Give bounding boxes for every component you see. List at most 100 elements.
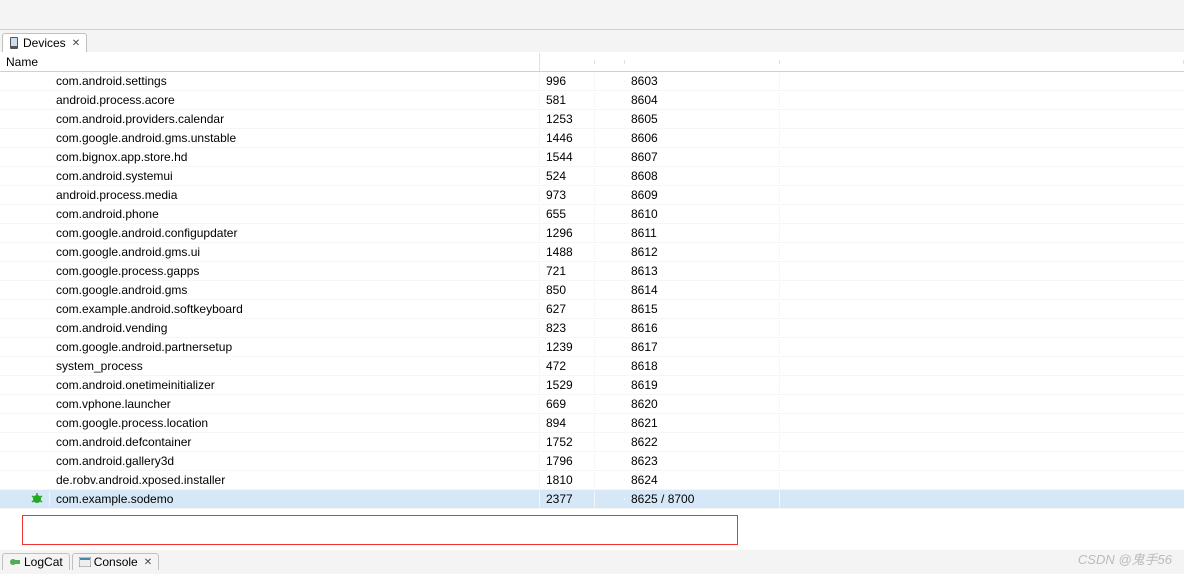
table-row[interactable]: com.google.android.gms.ui14888612 [0,243,1184,262]
process-name: com.example.android.softkeyboard [50,301,540,317]
process-name: com.google.process.gapps [50,263,540,279]
phone-icon [9,37,19,49]
process-pid: 721 [540,263,595,279]
table-row[interactable]: com.android.onetimeinitializer15298619 [0,376,1184,395]
blank-cell [595,175,625,177]
process-port: 8618 [625,358,780,374]
process-name: com.android.systemui [50,168,540,184]
process-port: 8620 [625,396,780,412]
process-pid: 524 [540,168,595,184]
process-name: com.google.android.gms.unstable [50,130,540,146]
row-icon-cell [0,384,50,386]
table-row[interactable]: com.bignox.app.store.hd15448607 [0,148,1184,167]
logcat-tab-label: LogCat [24,555,63,569]
table-row[interactable]: android.process.media9738609 [0,186,1184,205]
process-port: 8617 [625,339,780,355]
blank-cell [595,422,625,424]
table-row[interactable]: com.android.vending8238616 [0,319,1184,338]
blank-cell [595,99,625,101]
process-pid: 1239 [540,339,595,355]
close-icon[interactable]: ✕ [72,38,80,49]
table-row[interactable]: com.google.android.gms8508614 [0,281,1184,300]
column-header-extra[interactable] [780,60,1184,64]
process-name: android.process.media [50,187,540,203]
blank-cell [595,289,625,291]
table-row[interactable]: com.google.android.partnersetup1239 8617 [0,338,1184,357]
blank-cell [595,460,625,462]
process-name: com.google.android.gms.ui [50,244,540,260]
logcat-tab[interactable]: LogCat [2,553,70,570]
table-row[interactable]: com.google.android.gms.unstable14468606 [0,129,1184,148]
process-name: com.android.phone [50,206,540,222]
process-port: 8604 [625,92,780,108]
row-icon-cell [0,441,50,443]
row-icon-cell [0,213,50,215]
blank-cell [595,251,625,253]
devices-tab-label: Devices [23,36,66,50]
table-row[interactable]: com.android.defcontainer17528622 [0,433,1184,452]
table-row[interactable]: com.google.process.gapps721 8613 [0,262,1184,281]
bug-icon [31,493,43,505]
table-row[interactable]: com.android.providers.calendar12538605 [0,110,1184,129]
table-row[interactable]: com.android.gallery3d17968623 [0,452,1184,471]
process-pid: 669 [540,396,595,412]
column-header-name[interactable]: Name [0,53,540,71]
process-pid: 973 [540,187,595,203]
process-port: 8610 [625,206,780,222]
column-header-blank[interactable] [595,60,625,64]
row-icon-cell [0,492,50,506]
blank-cell [595,80,625,82]
table-row[interactable]: de.robv.android.xposed.installer18108624 [0,471,1184,490]
blank-cell [595,270,625,272]
console-icon [79,557,91,567]
process-pid: 850 [540,282,595,298]
blank-cell [595,346,625,348]
process-name: android.process.acore [50,92,540,108]
process-pid: 581 [540,92,595,108]
devices-tab[interactable]: Devices ✕ [2,33,87,52]
table-row[interactable]: system_process4728618 [0,357,1184,376]
table-row[interactable]: com.android.settings9968603 [0,72,1184,91]
table-row[interactable]: com.android.systemui5248608 [0,167,1184,186]
table-row[interactable]: com.google.process.location8948621 [0,414,1184,433]
process-pid: 1752 [540,434,595,450]
table-row[interactable]: com.google.android.configupdater12968611 [0,224,1184,243]
blank-cell [595,156,625,158]
table-row[interactable]: com.example.android.softkeyboard6278615 [0,300,1184,319]
process-port: 8611 [625,225,780,241]
table-row[interactable]: com.vphone.launcher6698620 [0,395,1184,414]
process-pid: 1529 [540,377,595,393]
console-tab-label: Console [94,555,138,569]
column-header-pid[interactable] [540,60,595,64]
blank-cell [595,232,625,234]
process-port: 8615 [625,301,780,317]
process-port: 8616 [625,320,780,336]
console-tab[interactable]: Console ✕ [72,553,159,570]
close-icon[interactable]: ✕ [144,557,152,568]
watermark: CSDN @鬼手56 [1078,549,1172,568]
blank-cell [595,384,625,386]
column-header-port[interactable] [625,60,780,64]
row-icon-cell [0,422,50,424]
process-name: com.google.android.partnersetup [50,339,540,355]
process-name: com.bignox.app.store.hd [50,149,540,165]
table-row[interactable]: com.example.sodemo23778625 / 8700 [0,490,1184,509]
process-port: 8603 [625,73,780,89]
row-icon-cell [0,289,50,291]
process-pid: 1544 [540,149,595,165]
view-tab-bar: Devices ✕ [0,30,1184,52]
table-row[interactable]: com.android.phone6558610 [0,205,1184,224]
table-row[interactable]: android.process.acore581 8604 [0,91,1184,110]
blank-cell [595,137,625,139]
process-pid: 2377 [540,491,595,507]
row-icon-cell [0,118,50,120]
process-name: system_process [50,358,540,374]
process-pid: 1296 [540,225,595,241]
process-port: 8613 [625,263,780,279]
process-port: 8621 [625,415,780,431]
process-name: com.android.gallery3d [50,453,540,469]
row-icon-cell [0,251,50,253]
process-port: 8623 [625,453,780,469]
blank-cell [595,213,625,215]
row-icon-cell [0,365,50,367]
